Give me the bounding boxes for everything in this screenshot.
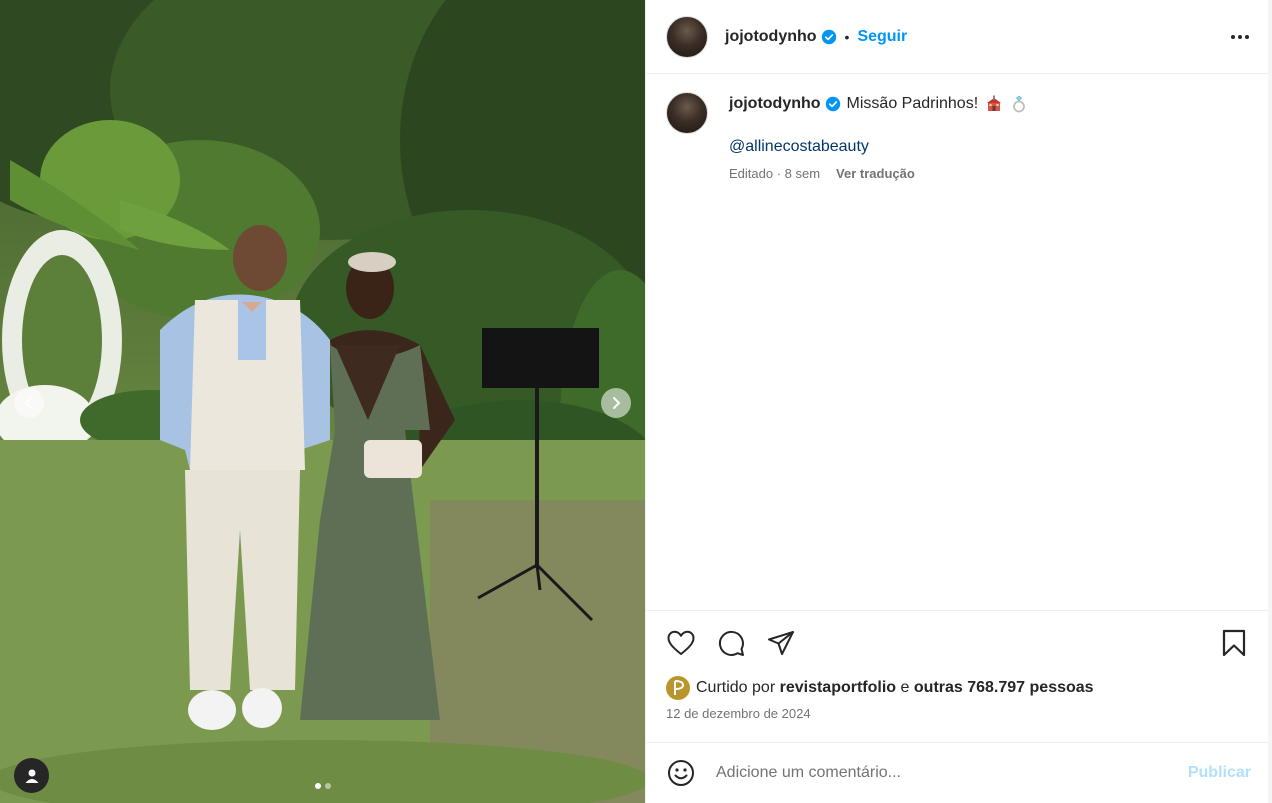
liker-avatar[interactable]: [666, 676, 690, 700]
emoji-picker-button[interactable]: [666, 758, 696, 788]
mention-link[interactable]: @allinecostabeauty: [729, 138, 1028, 156]
likes-count-link[interactable]: outras 768.797 pessoas: [914, 679, 1094, 697]
share-button[interactable]: [766, 628, 796, 658]
bookmark-icon: [1222, 629, 1246, 657]
separator-dot: •: [844, 28, 850, 45]
carousel-indicators: [0, 783, 645, 789]
avatar[interactable]: [666, 15, 708, 58]
liked-by-prefix: Curtido por: [696, 679, 776, 696]
more-options-button[interactable]: [1228, 25, 1252, 49]
see-translation-button[interactable]: Ver tradução: [836, 166, 915, 181]
likes-summary: Curtido por revistaportfolio e outras 76…: [666, 676, 1249, 700]
share-icon: [768, 631, 794, 655]
post-photo: [0, 0, 645, 803]
post-caption: jojotodynho Missão Padrinhos! @allinecos…: [646, 74, 1268, 610]
caption-author-username[interactable]: jojotodynho: [729, 95, 821, 113]
post-header: jojotodynho • Seguir: [646, 0, 1268, 74]
portfolio-logo-icon: [674, 680, 685, 695]
window-edge: [1268, 0, 1272, 803]
carousel-dot: [314, 783, 321, 789]
heart-icon: [667, 630, 695, 655]
comment-bar: Publicar: [646, 742, 1269, 803]
save-button[interactable]: [1219, 628, 1249, 658]
verified-badge-icon: [821, 29, 837, 45]
church-emoji-icon: [985, 95, 1003, 113]
post-author-username[interactable]: jojotodynho: [725, 28, 817, 46]
publish-button[interactable]: Publicar: [1188, 764, 1251, 782]
user-icon: [25, 769, 38, 783]
post-actions: Curtido por revistaportfolio e outras 76…: [646, 610, 1269, 721]
carousel-dot: [324, 783, 331, 789]
carousel-next-button[interactable]: [601, 388, 631, 418]
ring-emoji-icon: [1010, 95, 1028, 113]
liked-by-connector: e: [900, 679, 910, 696]
chevron-left-icon: [24, 397, 32, 409]
edited-timestamp: Editado · 8 sem: [729, 166, 821, 181]
post-details-panel: jojotodynho • Seguir jojotodynho Missão …: [645, 0, 1269, 803]
liker-username[interactable]: revistaportfolio: [780, 679, 896, 697]
avatar[interactable]: [666, 92, 708, 134]
carousel-prev-button[interactable]: [14, 388, 44, 418]
smiley-icon: [668, 760, 694, 786]
comment-input[interactable]: [716, 764, 1188, 782]
post-date[interactable]: 12 de dezembro de 2024: [666, 706, 1249, 721]
comment-button[interactable]: [716, 628, 746, 658]
follow-button[interactable]: Seguir: [857, 28, 907, 46]
comment-icon: [718, 630, 744, 656]
caption-text: Missão Padrinhos!: [846, 95, 979, 112]
chevron-right-icon: [613, 397, 621, 409]
more-horizontal-icon: [1231, 34, 1249, 39]
verified-badge-icon: [825, 96, 841, 112]
post-media[interactable]: [0, 0, 645, 803]
like-button[interactable]: [666, 628, 696, 658]
tagged-users-button[interactable]: [14, 758, 49, 793]
